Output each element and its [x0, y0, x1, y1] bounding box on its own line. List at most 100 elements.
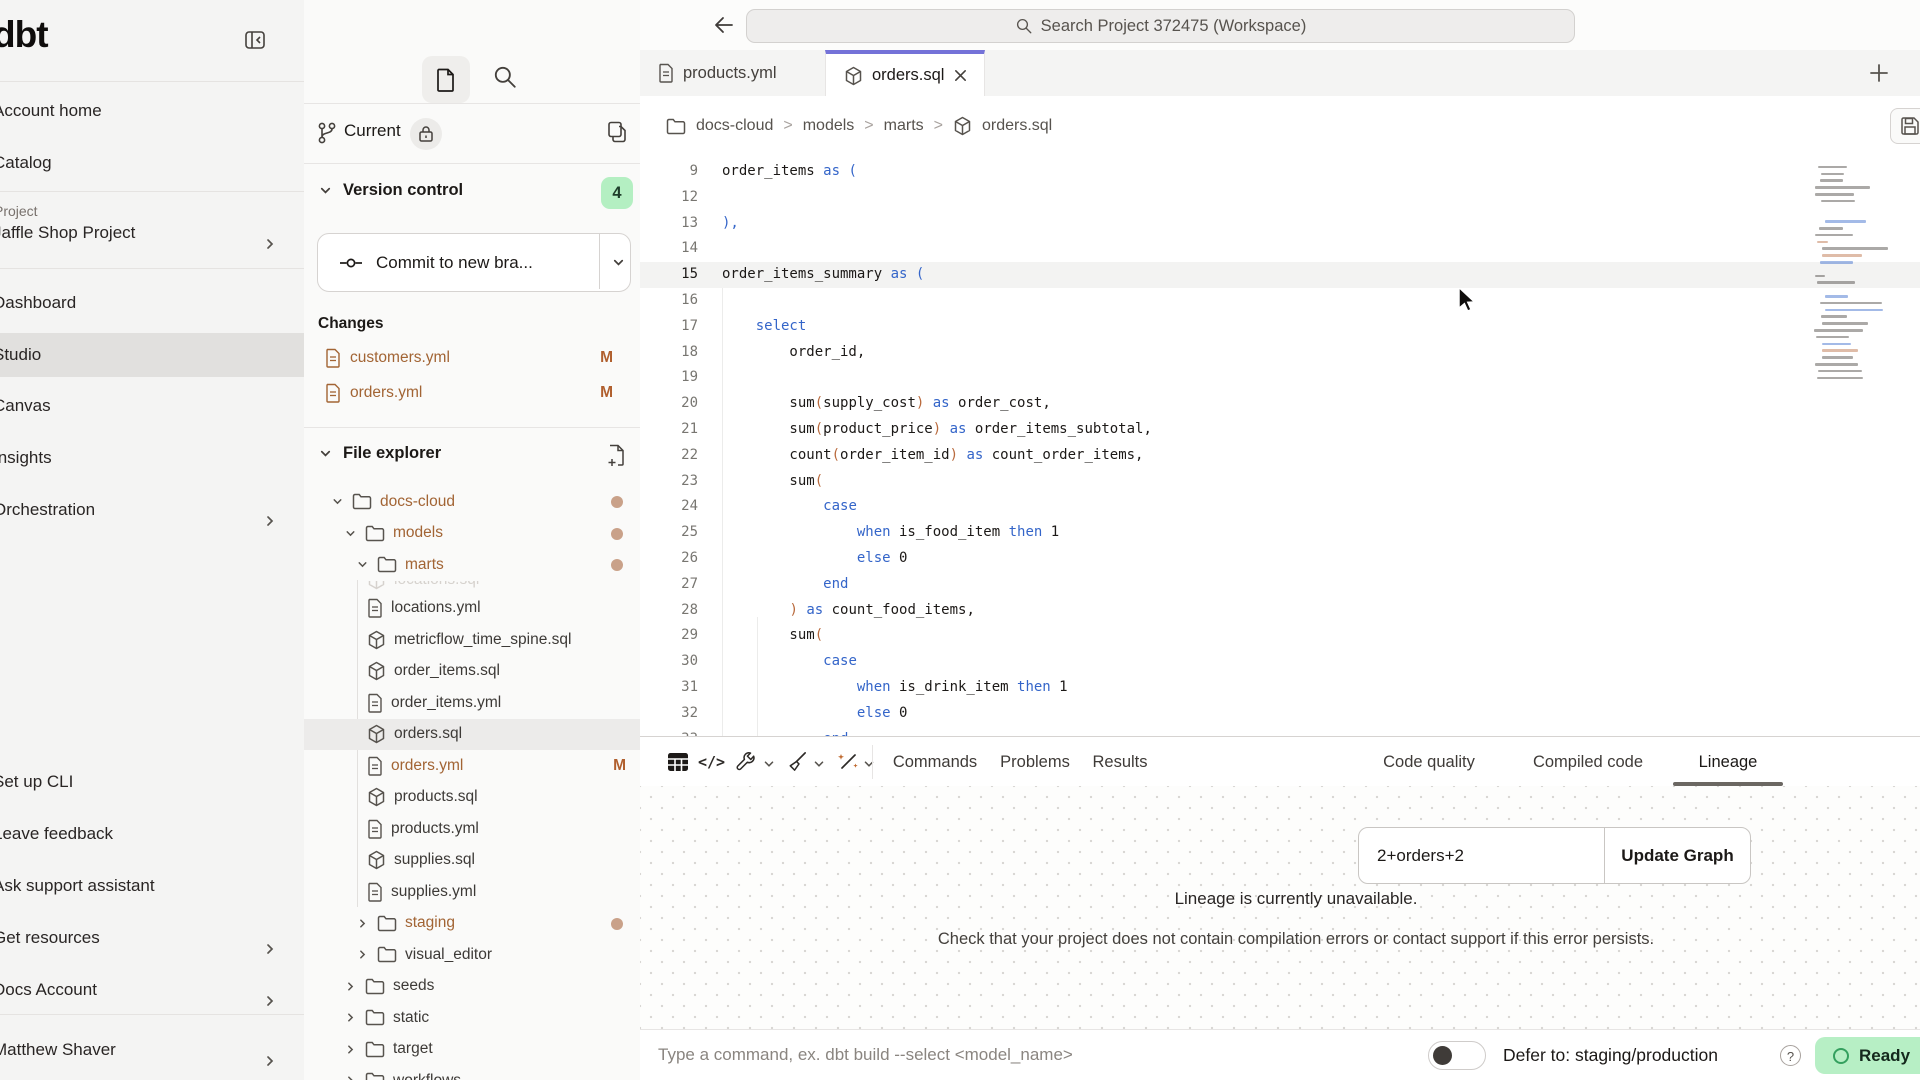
tab-orders-sql[interactable]: orders.sql — [825, 50, 985, 97]
commit-dropdown-chevron-icon[interactable] — [611, 255, 626, 270]
files-view-button[interactable] — [422, 56, 470, 103]
bottom-tab-lineage[interactable]: Lineage — [1699, 737, 1758, 787]
defer-help-icon[interactable]: ? — [1780, 1045, 1801, 1066]
tree-folder-static[interactable]: static — [304, 1002, 640, 1034]
divider — [304, 163, 640, 164]
tree-file-products-sql[interactable]: products.sql — [304, 782, 640, 814]
tree-folder-workflows[interactable]: workflows — [304, 1065, 640, 1080]
search-input[interactable]: Search Project 372475 (Workspace) — [746, 9, 1575, 43]
bottom-tab-code-quality[interactable]: Code quality — [1383, 737, 1475, 787]
broom-dropdown-chevron-icon[interactable] — [812, 757, 826, 771]
sidebar-item-studio[interactable]: Studio — [0, 333, 304, 377]
tab-products-yml[interactable]: products.yml — [640, 50, 824, 96]
bottom-tab-commands[interactable]: Commands — [893, 737, 977, 787]
tree-file-supplies-sql[interactable]: supplies.sql — [304, 845, 640, 877]
toggle-knob — [1433, 1046, 1452, 1065]
new-tab-icon[interactable] — [1868, 62, 1890, 84]
back-arrow-icon[interactable] — [712, 13, 736, 37]
project-switcher[interactable]: Jaffle Shop Project — [0, 212, 304, 254]
new-file-icon[interactable] — [607, 444, 627, 467]
collapse-sidebar-icon[interactable] — [245, 31, 265, 54]
sidebar-user-menu[interactable]: Matthew Shaver — [0, 1028, 304, 1072]
tree-file-locations-yml[interactable]: locations.yml — [304, 593, 640, 625]
command-input[interactable]: Type a command, ex. dbt build --select <… — [658, 1030, 1073, 1080]
tree-file-order_items-sql[interactable]: order_items.sql — [304, 656, 640, 688]
tree-folder-marts[interactable]: marts — [304, 549, 640, 581]
tree-file-metricflow_time_spine-sql[interactable]: metricflow_time_spine.sql — [304, 624, 640, 656]
sidebar-item-leave-feedback[interactable]: Leave feedback — [0, 812, 304, 856]
line-number: 30 — [640, 649, 698, 675]
sidebar-item-label: Catalog — [0, 153, 52, 172]
branch-name[interactable]: Current — [344, 121, 401, 141]
wrench-dropdown-chevron-icon[interactable] — [762, 757, 776, 771]
sidebar-item-dashboard[interactable]: Dashboard — [0, 281, 304, 325]
model-icon — [367, 724, 386, 744]
minimap-line — [1818, 166, 1848, 169]
commit-button[interactable]: Commit to new bra... — [317, 233, 631, 292]
wrench-icon[interactable] — [734, 750, 757, 773]
copy-icon[interactable] — [606, 120, 628, 144]
save-file-button[interactable] — [1890, 108, 1920, 144]
lineage-selector-input[interactable]: 2+orders+2 — [1359, 846, 1604, 866]
minimap-line — [1815, 193, 1854, 196]
tree-folder-visual_editor[interactable]: visual_editor — [304, 939, 640, 971]
tree-file-products-yml[interactable]: products.yml — [304, 813, 640, 845]
code-icon[interactable]: </> — [698, 753, 725, 771]
bottom-tab-problems[interactable]: Problems — [1000, 737, 1070, 787]
tree-folder-target[interactable]: target — [304, 1034, 640, 1066]
results-table-icon[interactable] — [666, 750, 690, 774]
bottom-tab-compiled-code[interactable]: Compiled code — [1533, 737, 1643, 787]
sidebar-item-set-up-cli[interactable]: Set up CLI — [0, 760, 304, 804]
changed-file-row[interactable]: orders.ymlM — [317, 376, 627, 409]
sidebar-item-label: Get resources — [0, 928, 100, 947]
breadcrumb-row: docs-cloud>models>marts>orders.sql — [640, 96, 1920, 158]
sidebar-item-docs-account[interactable]: Docs Account — [0, 968, 304, 1012]
tree-folder-staging[interactable]: staging — [304, 908, 640, 940]
changed-file-row[interactable]: customers.ymlM — [317, 341, 627, 374]
sidebar-item-account-home[interactable]: Account home — [0, 89, 304, 133]
divider — [304, 427, 640, 428]
bottom-tab-results[interactable]: Results — [1092, 737, 1147, 787]
search-files-icon[interactable] — [492, 64, 518, 90]
tree-file-orders-yml[interactable]: orders.ymlM — [304, 750, 640, 782]
close-icon[interactable] — [953, 68, 968, 83]
file-explorer-header[interactable]: File explorer — [318, 444, 441, 463]
defer-label: Defer to: staging/production — [1503, 1030, 1718, 1080]
tree-file-orders-sql[interactable]: orders.sql — [304, 719, 640, 751]
folder-icon — [666, 118, 686, 135]
code-text: order_id, — [722, 340, 865, 366]
breadcrumb-item[interactable]: marts — [884, 117, 924, 135]
chevron-down-icon — [344, 527, 357, 540]
sidebar-item-insights[interactable]: Insights — [0, 436, 304, 480]
sidebar-item-ask-support-assistant[interactable]: Ask support assistant — [0, 864, 304, 908]
sidebar-item-canvas[interactable]: Canvas — [0, 384, 304, 428]
sidebar-item-label: Orchestration — [0, 500, 95, 519]
connection-status-badge[interactable]: Ready — [1815, 1037, 1920, 1074]
update-graph-button[interactable]: Update Graph — [1604, 828, 1750, 883]
tree-item-label: workflows — [393, 1072, 461, 1080]
lineage-error-title: Lineage is currently unavailable. — [1175, 889, 1418, 909]
version-control-header[interactable]: Version control — [318, 181, 463, 200]
wand-dropdown-chevron-icon[interactable] — [862, 757, 876, 771]
breadcrumb-item[interactable]: models — [803, 117, 855, 135]
sidebar-item-get-resources[interactable]: Get resources — [0, 916, 304, 960]
code-line: 31 when is_drink_item then 1 — [640, 675, 1920, 701]
broom-icon[interactable] — [786, 750, 809, 773]
changed-file-name: customers.yml — [350, 349, 450, 367]
tree-folder-seeds[interactable]: seeds — [304, 971, 640, 1003]
sidebar-item-catalog[interactable]: Catalog — [0, 141, 304, 185]
divider — [0, 1014, 304, 1015]
code-line: 9order_items as ( — [640, 159, 1920, 185]
breadcrumb-item[interactable]: docs-cloud — [696, 117, 773, 135]
magic-wand-icon[interactable] — [836, 750, 860, 774]
minimap[interactable] — [1812, 159, 1890, 387]
tree-file-order_items-yml[interactable]: order_items.yml — [304, 687, 640, 719]
sidebar-item-label: Account home — [0, 101, 102, 120]
tree-file-locations-sql[interactable]: locations.sql — [304, 581, 640, 593]
lineage-error-detail: Check that your project does not contain… — [938, 930, 1654, 949]
tree-file-supplies-yml[interactable]: supplies.yml — [304, 876, 640, 908]
tree-folder-models[interactable]: models — [304, 518, 640, 550]
defer-toggle[interactable] — [1428, 1041, 1486, 1070]
tree-folder-docs-cloud[interactable]: docs-cloud — [304, 486, 640, 518]
sidebar-item-orchestration[interactable]: Orchestration — [0, 488, 304, 532]
